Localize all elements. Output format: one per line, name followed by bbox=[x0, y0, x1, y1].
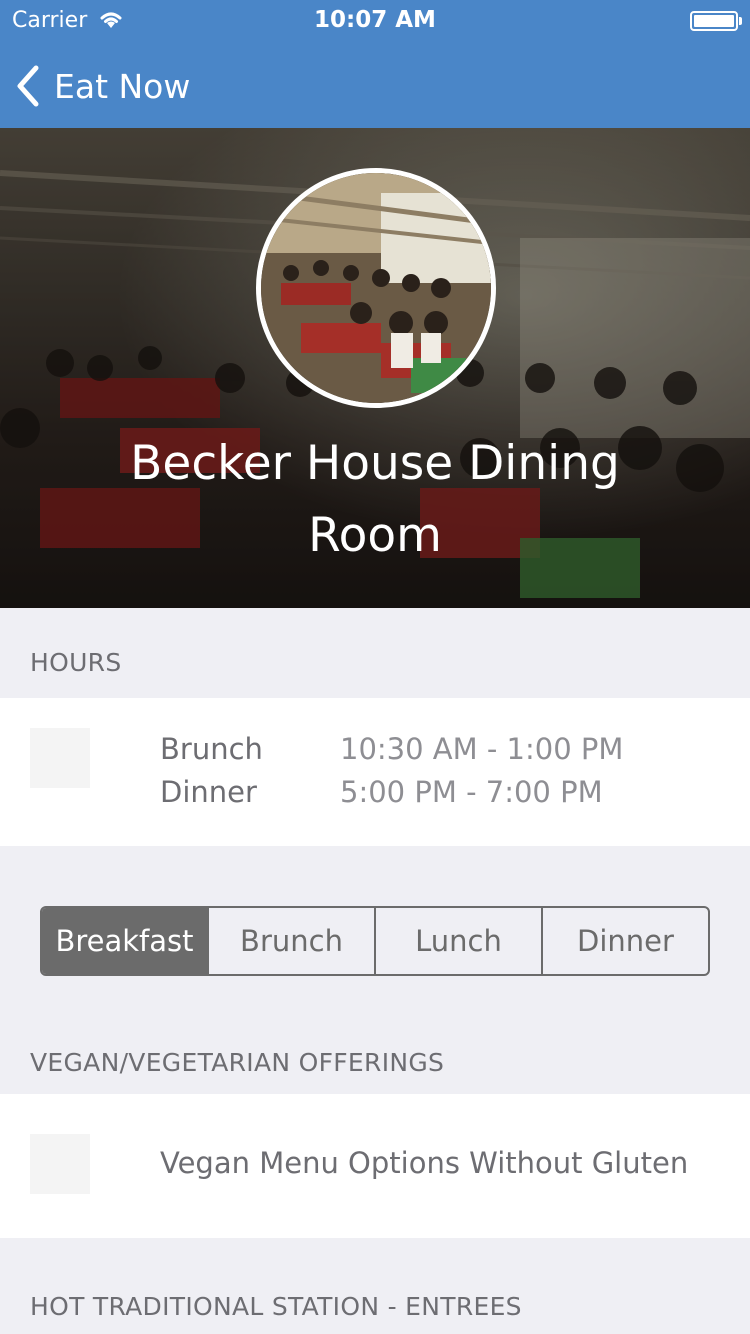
hot-station-section-header: HOT TRADITIONAL STATION - ENTREES bbox=[30, 1292, 522, 1321]
clock-icon bbox=[30, 728, 90, 788]
dining-hall-thumbnail bbox=[256, 168, 496, 408]
status-time: 10:07 AM bbox=[314, 7, 436, 33]
tab-breakfast[interactable]: Breakfast bbox=[42, 908, 209, 974]
hours-time-range: 5:00 PM - 7:00 PM bbox=[340, 775, 603, 809]
tab-dinner[interactable]: Dinner bbox=[543, 908, 708, 974]
vegan-section-header: VEGAN/VEGETARIAN OFFERINGS bbox=[30, 1048, 445, 1077]
tab-lunch[interactable]: Lunch bbox=[376, 908, 543, 974]
hours-section-header: HOURS bbox=[30, 648, 122, 677]
status-bar: Carrier 10:07 AM bbox=[0, 0, 750, 40]
back-button[interactable]: Eat Now bbox=[14, 58, 190, 114]
navigation-bar: Carrier 10:07 AM Eat Now bbox=[0, 0, 750, 128]
back-button-label: Eat Now bbox=[54, 66, 191, 106]
menu-item-icon bbox=[30, 1134, 90, 1194]
menu-item-label: Vegan Menu Options Without Gluten bbox=[160, 1146, 689, 1180]
battery-icon bbox=[690, 11, 742, 31]
hours-meal-name: Dinner bbox=[160, 775, 257, 809]
menu-item-row[interactable]: Vegan Menu Options Without Gluten bbox=[0, 1094, 750, 1238]
tab-brunch[interactable]: Brunch bbox=[209, 908, 376, 974]
hours-meal-name: Brunch bbox=[160, 732, 263, 766]
hours-time-range: 10:30 AM - 1:00 PM bbox=[340, 732, 624, 766]
dining-hall-name: Becker House Dining Room bbox=[130, 436, 620, 563]
dining-hall-banner: Becker House Dining Room bbox=[0, 128, 750, 608]
chevron-left-icon bbox=[17, 65, 39, 107]
meal-segmented-control: Breakfast Brunch Lunch Dinner bbox=[40, 906, 710, 976]
hours-cell: Brunch 10:30 AM - 1:00 PM Dinner 5:00 PM… bbox=[0, 698, 750, 846]
dining-hall-thumbnail-photo bbox=[261, 173, 491, 403]
